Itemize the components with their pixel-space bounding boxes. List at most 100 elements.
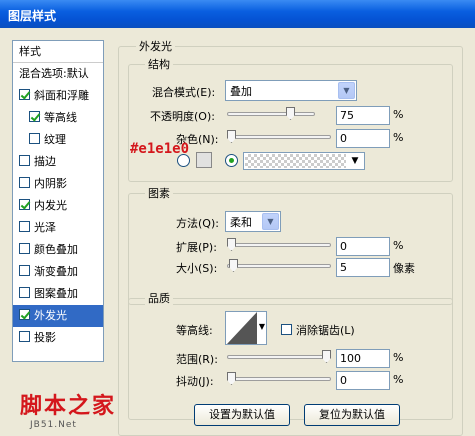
sidebar-item[interactable]: 颜色叠加 [13,239,103,261]
sidebar-item[interactable]: 内阴影 [13,173,103,195]
sidebar-item-label: 内阴影 [34,177,67,190]
sidebar-item-label: 投影 [34,331,56,344]
opacity-unit: % [393,108,404,121]
sidebar-item-label: 混合选项:默认 [19,67,89,80]
sidebar-item[interactable]: 渐变叠加 [13,261,103,283]
gradient-preview [245,154,346,168]
styles-list: 样式 混合选项:默认斜面和浮雕等高线纹理描边内阴影内发光光泽颜色叠加渐变叠加图案… [12,40,104,362]
sidebar-item[interactable]: 描边 [13,151,103,173]
opacity-slider[interactable] [227,107,315,123]
sidebar-checkbox[interactable] [19,89,30,100]
sidebar-checkbox[interactable] [29,133,40,144]
noise-input[interactable]: 0 [336,129,390,148]
method-label: 方法(Q): [176,217,219,230]
spread-input[interactable]: 0 [336,237,390,256]
jitter-label: 抖动(J): [176,375,214,388]
range-unit: % [393,351,404,364]
sidebar-item[interactable]: 投影 [13,327,103,349]
sidebar-checkbox[interactable] [19,177,30,188]
styles-header[interactable]: 样式 [13,41,103,63]
sidebar-checkbox[interactable] [19,221,30,232]
chevron-down-icon: ▼ [338,82,355,99]
sidebar-item-label: 颜色叠加 [34,243,78,256]
outer-glow-title: 外发光 [136,38,175,54]
make-default-button[interactable]: 设置为默认值 [194,404,290,426]
noise-thumb[interactable] [227,130,236,143]
sidebar-checkbox[interactable] [19,331,30,342]
method-value: 柔和 [230,216,252,229]
sidebar-item-label: 外发光 [34,309,67,322]
blend-mode-value: 叠加 [230,85,252,98]
noise-unit: % [393,131,404,144]
sidebar-item[interactable]: 外发光 [13,305,103,327]
chevron-down-icon: ▼ [262,213,279,230]
size-unit: 像素 [393,262,415,275]
sidebar-checkbox[interactable] [19,199,30,210]
elements-title: 图素 [145,185,173,201]
sidebar-checkbox[interactable] [19,265,30,276]
gradient-radio[interactable] [225,154,238,167]
antialias-option[interactable]: 消除锯齿(L) [281,322,355,338]
size-label: 大小(S): [176,262,218,275]
spread-thumb[interactable] [227,238,236,251]
chevron-down-icon: ▼ [351,156,359,166]
sidebar-item-label: 纹理 [44,133,66,146]
opacity-thumb[interactable] [286,107,295,120]
structure-title: 结构 [145,56,173,72]
reset-default-button[interactable]: 复位为默认值 [304,404,400,426]
sidebar-item-label: 等高线 [44,111,77,124]
jitter-thumb[interactable] [227,372,236,385]
sidebar-checkbox[interactable] [19,309,30,320]
sidebar-item[interactable]: 纹理 [13,129,103,151]
sidebar-item[interactable]: 混合选项:默认 [13,63,103,85]
range-label: 范围(R): [176,353,218,366]
size-thumb[interactable] [229,259,238,272]
opacity-track [227,112,315,116]
range-input[interactable]: 100 [336,349,390,368]
spread-unit: % [393,239,404,252]
sidebar-item[interactable]: 光泽 [13,217,103,239]
opacity-input[interactable]: 75 [336,106,390,125]
jitter-input[interactable]: 0 [336,371,390,390]
size-track [227,264,331,268]
sidebar-checkbox[interactable] [19,287,30,298]
jitter-unit: % [393,373,404,386]
quality-title: 品质 [145,290,173,306]
window-title: 图层样式 [0,0,475,28]
sidebar-checkbox[interactable] [19,243,30,254]
sidebar-item[interactable]: 图案叠加 [13,283,103,305]
antialias-checkbox[interactable] [281,324,292,335]
jitter-slider[interactable] [227,372,331,388]
size-slider[interactable] [227,259,331,275]
contour-label: 等高线: [176,324,213,337]
glow-color-swatch[interactable] [196,152,212,168]
sidebar-item-label: 渐变叠加 [34,265,78,278]
spread-slider[interactable] [227,238,331,254]
sidebar-item[interactable]: 内发光 [13,195,103,217]
sidebar-checkbox[interactable] [29,111,40,122]
method-select[interactable]: 柔和 ▼ [225,211,281,232]
range-track [227,355,331,359]
sidebar-item-label: 图案叠加 [34,287,78,300]
spread-track [227,243,331,247]
opacity-label: 不透明度(O): [150,110,215,123]
contour-preview-icon [227,312,257,344]
gradient-picker[interactable]: ▼ [243,152,365,170]
sidebar-item-label: 描边 [34,155,56,168]
range-thumb[interactable] [322,350,331,363]
sidebar-checkbox[interactable] [19,155,30,166]
sidebar-item-label: 光泽 [34,221,56,234]
solid-color-radio[interactable] [177,154,190,167]
range-slider[interactable] [227,350,331,366]
watermark-url: JB51.Net [30,420,77,430]
antialias-label: 消除锯齿(L) [296,324,355,337]
sidebar-item[interactable]: 斜面和浮雕 [13,85,103,107]
size-input[interactable]: 5 [336,258,390,277]
blend-mode-select[interactable]: 叠加 ▼ [225,80,357,101]
contour-picker[interactable]: ▼ [225,311,267,345]
sidebar-item[interactable]: 等高线 [13,107,103,129]
dialog-body: 样式 混合选项:默认斜面和浮雕等高线纹理描边内阴影内发光光泽颜色叠加渐变叠加图案… [0,28,475,436]
noise-slider[interactable] [227,130,331,146]
jitter-track [227,377,331,381]
sidebar-item-label: 内发光 [34,199,67,212]
